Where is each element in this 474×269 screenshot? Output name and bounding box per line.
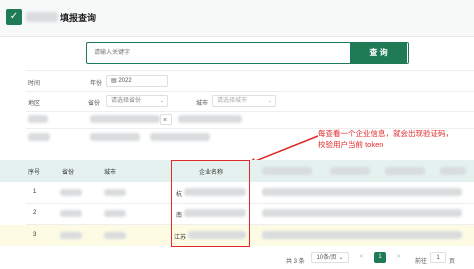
redacted-label — [28, 133, 50, 141]
redacted-app-name — [26, 12, 58, 22]
redacted-filter — [178, 115, 242, 123]
page-size-value: 10条/页 — [316, 255, 337, 261]
col-city: 城市 — [104, 170, 117, 176]
redacted-cell — [104, 210, 126, 217]
year-label: 年份 — [90, 81, 103, 87]
time-label: 时间 — [28, 81, 41, 87]
clear-button[interactable]: × — [160, 114, 172, 125]
logo-icon: ✓ — [6, 9, 22, 25]
redacted-header — [440, 167, 466, 175]
province-label: 省份 — [88, 101, 101, 107]
goto-label: 前往 — [415, 259, 428, 265]
city-placeholder: 请选择城市 — [217, 98, 248, 104]
annotation-line-2: 校验用户当前 token — [318, 140, 384, 149]
redacted-cell — [60, 210, 82, 217]
redacted-cell — [60, 232, 82, 239]
page-unit: 页 — [449, 259, 456, 265]
city-label: 城市 — [196, 101, 209, 107]
divider — [26, 70, 474, 71]
redacted-cells — [262, 209, 462, 217]
redacted-filter — [150, 133, 210, 141]
redacted-cells — [262, 188, 462, 196]
city-select[interactable]: 请选择城市 ⌄ — [212, 95, 276, 107]
redacted-header — [385, 167, 425, 175]
col-province: 省份 — [62, 170, 75, 176]
prev-page-button[interactable]: < — [356, 252, 367, 263]
year-value: 2022 — [118, 78, 132, 84]
divider — [26, 91, 474, 92]
annotation-note: 每查看一个企业信息，就会出现验证码， 校验用户当前 token — [318, 128, 468, 150]
annotation-line-1: 每查看一个企业信息，就会出现验证码， — [318, 129, 453, 138]
page-size-select[interactable]: 10条/页 ⌄ — [311, 252, 349, 263]
redacted-filter — [90, 115, 160, 123]
province-select[interactable]: 请选择省份 ⌄ — [106, 95, 168, 107]
goto-page-input[interactable]: 1 — [430, 252, 446, 263]
page-1-button[interactable]: 1 — [374, 252, 386, 263]
chevron-down-icon: ⌄ — [338, 255, 344, 261]
search-input[interactable] — [90, 44, 353, 62]
redacted-cell — [104, 189, 126, 196]
row-index: 1 — [33, 189, 37, 195]
col-index: 序号 — [28, 170, 41, 176]
region-label: 地区 — [28, 101, 41, 107]
redacted-label — [28, 115, 48, 123]
year-picker[interactable]: ▤ 2022 — [106, 75, 168, 87]
company-column-highlight — [171, 160, 250, 247]
divider — [26, 111, 474, 112]
redacted-cells — [262, 231, 462, 239]
total-count: 共 3 条 — [286, 259, 305, 265]
chevron-down-icon: ⌄ — [159, 98, 164, 104]
chevron-down-icon: ⌄ — [267, 98, 272, 104]
next-page-button[interactable]: > — [393, 252, 404, 263]
redacted-cell — [60, 189, 82, 196]
redacted-header — [330, 167, 370, 175]
row-index: 2 — [33, 210, 37, 216]
redacted-filter — [90, 133, 140, 141]
province-placeholder: 请选择省份 — [111, 98, 142, 104]
page-title: 填报查询 — [60, 13, 97, 23]
search-button[interactable]: 查 询 — [350, 42, 407, 64]
redacted-cell — [104, 232, 126, 239]
redacted-header — [262, 167, 312, 175]
calendar-icon: ▤ — [111, 78, 117, 84]
row-index: 3 — [33, 232, 37, 238]
